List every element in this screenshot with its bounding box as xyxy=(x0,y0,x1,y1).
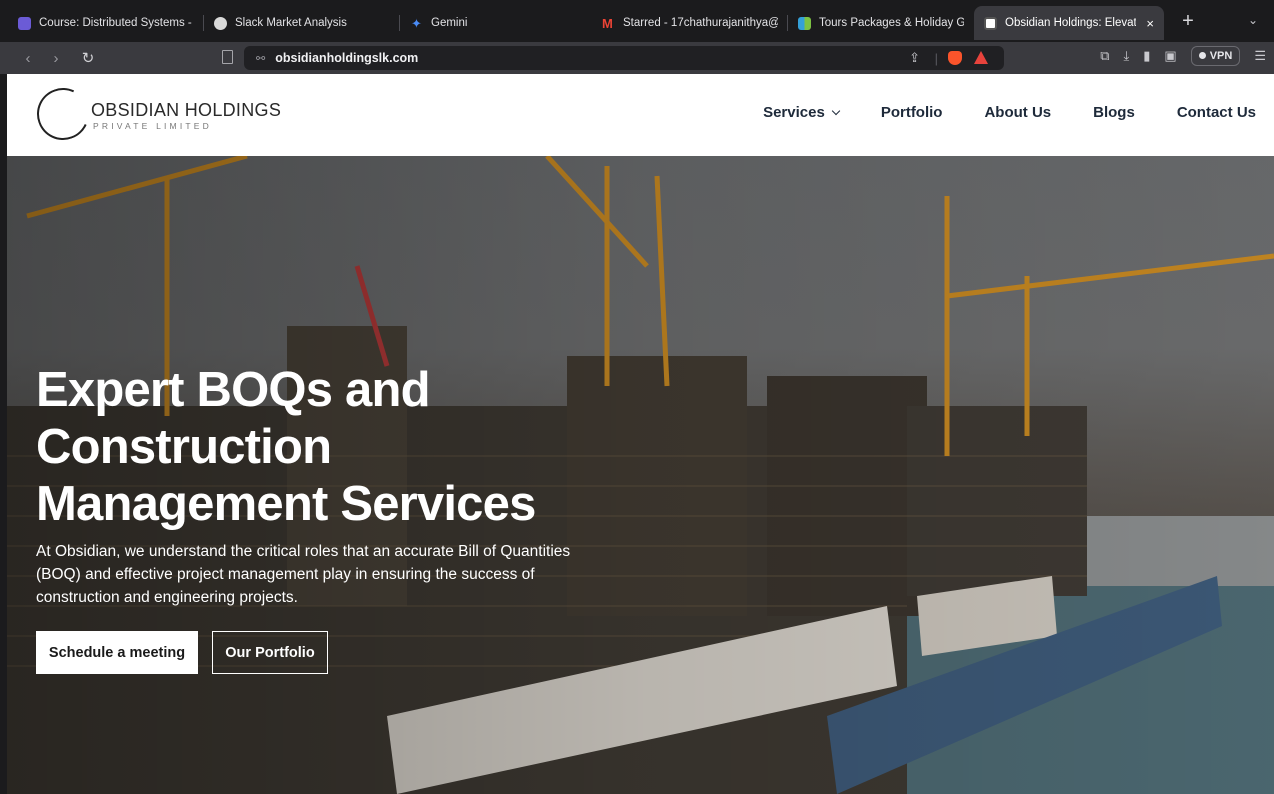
tab-title: Tours Packages & Holiday Gat xyxy=(819,17,964,29)
vpn-label: VPN xyxy=(1209,50,1233,62)
main-nav: Services Portfolio About Us Blogs Contac… xyxy=(763,104,1274,121)
hero-section: Expert BOQs and Construction Management … xyxy=(7,156,1274,794)
divider: | xyxy=(934,50,938,66)
nav-contact-us[interactable]: Contact Us xyxy=(1177,104,1256,121)
chevron-down-icon xyxy=(831,106,841,116)
chevron-down-icon[interactable]: ⌄ xyxy=(1248,13,1258,27)
logo-subtitle: PRIVATE LIMITED xyxy=(93,121,213,131)
tab-title: Course: Distributed Systems - xyxy=(39,17,192,29)
tab-title: Starred - 17chathurajanithya@ xyxy=(623,17,778,29)
gmail-icon: M xyxy=(602,15,613,31)
new-tab-button[interactable]: + xyxy=(1176,10,1200,33)
hero-description: At Obsidian, we understand the critical … xyxy=(36,543,571,606)
tours-favicon-icon xyxy=(798,16,811,30)
sidebar-icon[interactable]: ▮ xyxy=(1143,48,1150,64)
site-header: OBSIDIAN HOLDINGS PRIVATE LIMITED Servic… xyxy=(7,74,1274,156)
tab-title: Obsidian Holdings: Elevati xyxy=(1005,17,1137,29)
hero-heading: Expert BOQs and Construction Management … xyxy=(36,363,536,531)
close-tab-icon[interactable]: × xyxy=(1146,16,1154,31)
wallet-icon[interactable]: ▣ xyxy=(1164,48,1176,64)
tab-title: Gemini xyxy=(431,17,468,29)
vpn-status-icon xyxy=(1198,52,1206,59)
address-bar[interactable]: ⚯ obsidianholdingslk.com ⇪ | xyxy=(244,46,1004,70)
course-favicon-icon xyxy=(18,16,31,30)
our-portfolio-button[interactable]: Our Portfolio xyxy=(212,631,328,674)
web-page: OBSIDIAN HOLDINGS PRIVATE LIMITED Servic… xyxy=(7,74,1274,794)
tab-title: Slack Market Analysis xyxy=(235,17,347,29)
download-icon[interactable]: ⤓ xyxy=(1124,48,1130,64)
browser-toolbar: ‹ › ↻ ⚯ obsidianholdingslk.com ⇪ | ⧉ ⤓ ▮… xyxy=(0,42,1274,74)
obsidian-favicon-icon xyxy=(984,16,997,30)
site-settings-icon[interactable]: ⚯ xyxy=(256,52,265,65)
chatgpt-favicon-icon xyxy=(214,16,227,30)
tab-course-distributed-systems[interactable]: Course: Distributed Systems - xyxy=(8,6,204,40)
tab-obsidian-holdings[interactable]: Obsidian Holdings: Elevati × xyxy=(974,6,1164,40)
brave-shields-icon[interactable] xyxy=(948,51,962,65)
tab-gmail-starred[interactable]: M Starred - 17chathurajanithya@ xyxy=(592,6,788,40)
tab-slack-market-analysis[interactable]: Slack Market Analysis xyxy=(204,6,400,40)
vpn-button[interactable]: VPN xyxy=(1190,46,1241,66)
gemini-sparkle-icon: ✦ xyxy=(411,15,422,31)
url-text[interactable]: obsidianholdingslk.com xyxy=(275,51,418,65)
logo-name[interactable]: OBSIDIAN HOLDINGS xyxy=(91,100,281,121)
toolbar-actions: ⧉ ⤓ ▮ ▣ VPN ☰ xyxy=(1100,46,1266,66)
tab-gemini[interactable]: ✦ Gemini xyxy=(400,6,592,40)
schedule-meeting-button[interactable]: Schedule a meeting xyxy=(36,631,198,674)
menu-icon[interactable]: ☰ xyxy=(1254,48,1266,64)
tab-tours-packages[interactable]: Tours Packages & Holiday Gat xyxy=(788,6,974,40)
bookmark-icon[interactable] xyxy=(222,50,233,64)
reload-icon[interactable]: ↻ xyxy=(74,49,102,67)
forward-arrow-icon[interactable]: › xyxy=(42,50,70,67)
brave-rewards-icon[interactable] xyxy=(974,51,988,64)
nav-services-label: Services xyxy=(763,104,825,121)
browser-tab-strip: Course: Distributed Systems - Slack Mark… xyxy=(0,0,1274,42)
logo-ring-icon[interactable] xyxy=(29,80,97,148)
share-icon[interactable]: ⇪ xyxy=(909,50,920,66)
extensions-icon[interactable]: ⧉ xyxy=(1100,48,1109,64)
nav-about-us[interactable]: About Us xyxy=(984,104,1051,121)
nav-portfolio[interactable]: Portfolio xyxy=(881,104,943,121)
back-arrow-icon[interactable]: ‹ xyxy=(14,50,42,67)
nav-blogs[interactable]: Blogs xyxy=(1093,104,1135,121)
nav-services[interactable]: Services xyxy=(763,104,841,121)
